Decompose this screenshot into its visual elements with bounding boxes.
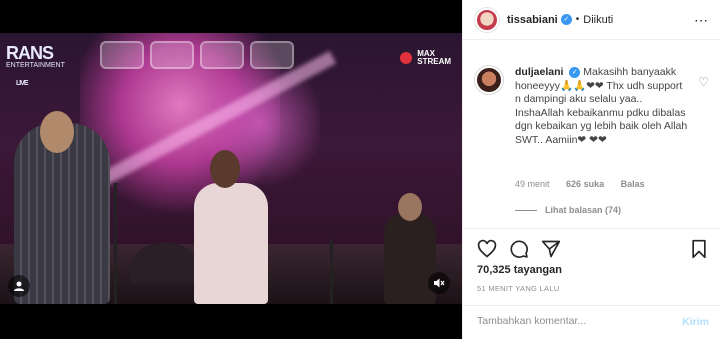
more-options-icon[interactable]: ⋯	[694, 12, 709, 29]
comment-body: duljaelani ✓ Makasihh banyaakk honeeyyy🙏…	[515, 66, 691, 147]
mic-stand	[114, 183, 117, 304]
post-header: tissabiani ✓ • Diikuti ⋯	[463, 0, 720, 40]
broadcaster-logo-sub: ENTERTAINMENT	[6, 62, 65, 69]
comment-time[interactable]: 49 menit	[515, 179, 550, 189]
live-label: LIVE	[16, 80, 29, 87]
view-replies-button[interactable]: Lihat balasan (74)	[515, 205, 621, 215]
comment-meta: 49 menit 626 suka Balas	[515, 179, 659, 189]
user-tag-button[interactable]	[8, 275, 30, 297]
person-icon	[14, 281, 24, 291]
bookmark-icon[interactable]	[689, 239, 709, 259]
commenter-username[interactable]: duljaelani	[515, 66, 563, 78]
mute-button[interactable]	[428, 272, 450, 294]
performer-center-head	[210, 150, 240, 188]
view-replies-label: Lihat balasan (74)	[545, 205, 622, 215]
stream-logo-icon	[400, 52, 412, 64]
action-bar	[463, 228, 720, 268]
post-sidebar: tissabiani ✓ • Diikuti ⋯ duljaelani ✓ Ma…	[462, 0, 720, 339]
verified-icon: ✓	[560, 14, 572, 25]
broadcaster-logo: RANS ENTERTAINMENT LIVE	[6, 43, 65, 90]
comment-like-icon[interactable]: ♡	[698, 75, 709, 89]
stream-logo: MAX STREAM	[400, 50, 451, 66]
performer-center	[194, 183, 268, 304]
light-panel	[150, 41, 194, 69]
author-username[interactable]: tissabiani	[507, 14, 558, 26]
view-count[interactable]: 70,325 tayangan	[477, 264, 562, 276]
speaker-muted-icon	[434, 278, 445, 288]
video-player[interactable]: RANS ENTERTAINMENT LIVE MAX STREAM	[0, 0, 462, 339]
video-frame	[0, 33, 462, 304]
broadcaster-logo-text: RANS	[6, 43, 54, 63]
light-panel	[200, 41, 244, 69]
header-separator: •	[575, 14, 580, 25]
mic-stand	[330, 239, 333, 304]
follow-status[interactable]: Diikuti	[583, 14, 613, 26]
verified-icon: ✓	[569, 66, 581, 78]
light-panel	[100, 41, 144, 69]
performer-right	[384, 213, 436, 304]
post-timestamp[interactable]: 51 MENIT YANG LALU	[477, 284, 560, 293]
comment-reply-button[interactable]: Balas	[621, 179, 645, 189]
comment-likes[interactable]: 626 suka	[566, 179, 604, 189]
stream-logo-line2: STREAM	[417, 57, 452, 66]
performer-left-head	[40, 111, 74, 153]
author-avatar[interactable]	[475, 7, 499, 32]
comment-input[interactable]	[477, 315, 657, 327]
comment-icon[interactable]	[509, 239, 529, 259]
commenter-avatar[interactable]	[475, 66, 503, 94]
add-comment-bar: Kirim	[463, 305, 720, 339]
performer-right-head	[398, 193, 422, 221]
post-comment-button[interactable]: Kirim	[682, 316, 709, 328]
share-icon[interactable]	[541, 239, 561, 259]
heart-icon[interactable]	[477, 239, 497, 259]
light-panel	[250, 41, 294, 69]
replies-divider	[515, 209, 537, 211]
